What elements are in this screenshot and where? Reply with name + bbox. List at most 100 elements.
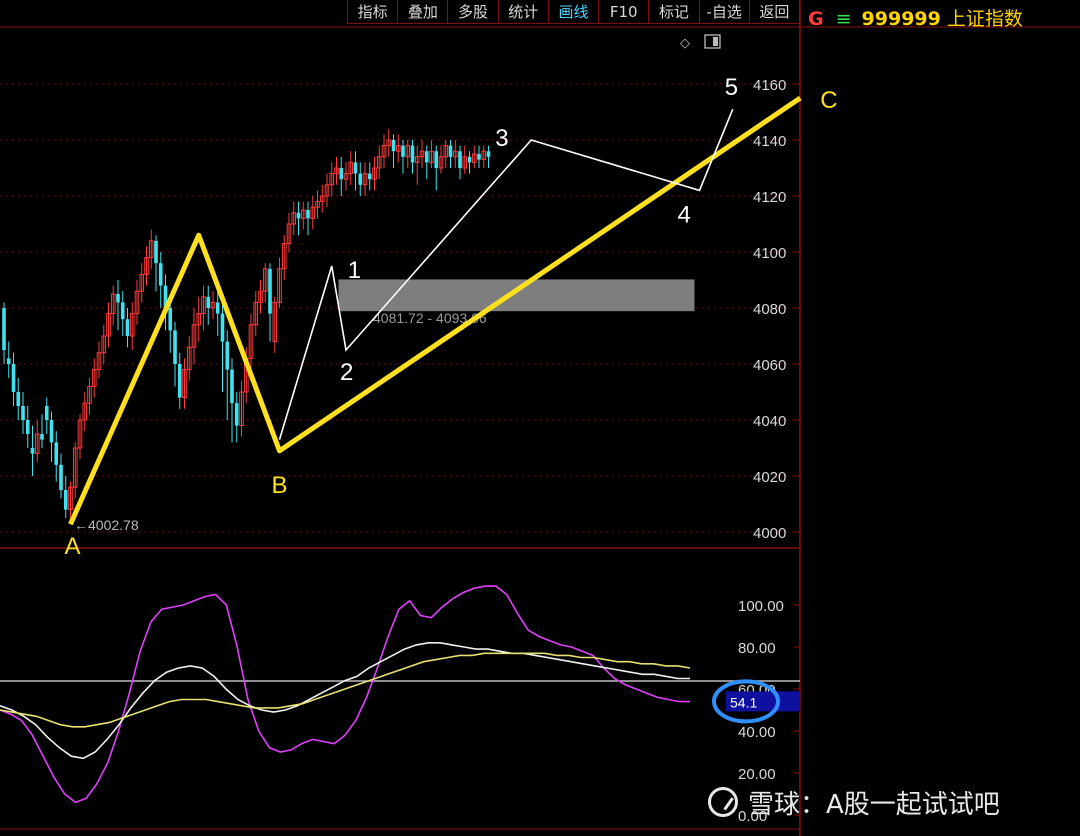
candle [452,140,458,168]
candle-body [154,240,158,264]
candle-body [44,406,49,420]
candle [319,184,325,213]
candle [405,140,411,168]
candle [158,252,163,308]
wave-label-b: B [272,472,288,499]
candle [6,341,11,378]
candle-body [410,145,415,163]
candle-body [486,151,491,157]
candle [25,406,30,448]
wave-label-2: 2 [340,359,353,386]
candle-body [25,420,30,434]
candle-body [467,156,472,163]
candle [72,442,78,499]
price-tick-label: 4040 [753,413,786,430]
ind-series-2 [0,641,690,760]
candle [438,145,444,174]
candle [186,336,192,381]
candle [173,322,177,387]
candle-body [49,420,54,443]
candle [87,378,92,415]
xueqiu-logo-icon [708,787,738,817]
candle [148,229,154,269]
candle [40,414,44,448]
candle-body [268,268,272,314]
price-tick-label: 4120 [753,189,786,206]
candle [215,291,220,336]
price-tick-label: 4000 [753,525,786,542]
candle [125,308,130,348]
candle [110,285,116,325]
candle [324,173,330,208]
candle-body [358,173,363,185]
candle [191,308,197,364]
candle [34,420,40,462]
candle-body [125,319,130,336]
price-tick-label: 4140 [753,133,786,150]
price-tick-label: 4080 [753,301,786,318]
candle-body [220,313,225,342]
candle-body [120,302,125,320]
watermark-text: 雪球：A股一起试试吧 [748,790,1000,820]
candle [77,414,83,460]
price-panel: 4081.72 - 4093.06←4002.78ABC12345 [2,74,838,560]
candle [429,140,434,168]
candle-body [16,392,21,406]
candle-body [434,151,439,168]
candle [401,140,405,174]
candle [467,151,472,174]
candle [486,145,491,168]
candle [386,128,392,157]
candle [334,156,339,185]
candle [414,145,420,185]
candle [106,302,111,348]
candle-body [296,212,301,219]
candle [30,425,35,476]
ind-value-text: 54.1 [730,694,757,710]
wave-label-c: C [820,87,837,114]
candle [419,140,425,168]
candle [448,140,453,168]
candle [410,140,415,174]
candle-body [6,358,11,364]
candle [343,162,349,191]
candle [268,263,272,342]
candle [49,411,54,462]
candle [59,453,63,499]
candle [54,431,59,482]
chart-canvas[interactable]: 4000 4020 4040 4060 4080 4100 4120 4140 4160 ◇ 40… [0,0,1080,836]
candle [116,280,120,331]
candle [262,263,268,303]
candle [348,151,354,185]
candle [210,291,216,320]
candle [300,201,306,230]
candle [234,392,239,443]
candle [134,280,140,325]
candle-body [339,168,344,180]
wave-label-3: 3 [495,125,508,152]
chart-frame: 4000 4020 4040 4060 4080 4100 4120 4140 4160 ◇ [0,0,1080,836]
candle [296,201,301,236]
candle-body [116,294,120,303]
candle [376,145,382,180]
wave-label-a: A [65,533,81,560]
candle [16,378,21,420]
candle [306,201,310,236]
candle [11,352,16,406]
candle-body [353,162,358,174]
candle-body [448,145,453,157]
candle [353,151,358,191]
candle-body [391,140,396,152]
candle [182,358,187,409]
candle-body [158,263,163,286]
candle [206,285,211,325]
candle [291,201,297,236]
watermark: 雪球：A股一起试试吧 [708,784,1000,821]
candle-body [206,296,211,308]
support-zone [338,279,695,312]
wave-label-5: 5 [725,74,738,101]
candle [458,145,462,180]
candle [101,324,107,364]
ind-series-1 [0,585,690,804]
candle-body [54,442,59,465]
